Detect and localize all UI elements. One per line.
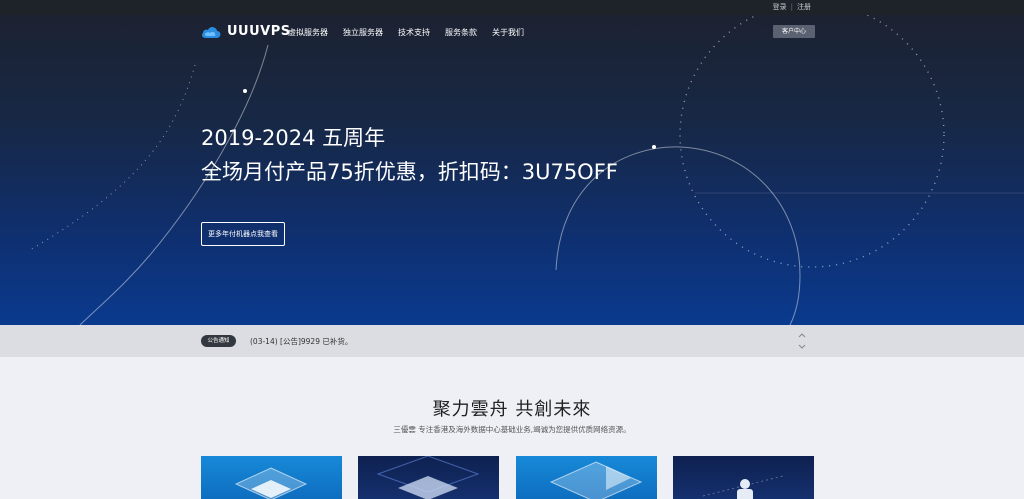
feature-card-3[interactable] [516,456,657,499]
feature-card-4[interactable] [673,456,814,499]
notice-bar [0,325,1024,357]
nav-item-terms[interactable]: 服务条款 [445,27,477,38]
hero-headline-1: 2019-2024 五周年 [201,126,386,150]
layers-illustration-icon [376,456,480,499]
brand-name: UUUVPS [227,24,291,39]
account-links: 登录 | 注册 [773,2,811,12]
nav-menu: 虚拟服务器 独立服务器 技术支持 服务条款 关于我们 [288,27,524,38]
chevron-up-icon [798,333,806,338]
yearly-plans-button[interactable]: 更多年付机器点我查看 [201,222,285,246]
top-bar: 登录 | 注册 [0,0,1024,15]
feature-card-2[interactable] [358,456,499,499]
section-subtitle: 三優雲 专注香港及海外数据中心基础业务,竭诚为您提供优质网络资源。 [393,425,631,434]
nav-item-support[interactable]: 技术支持 [398,27,430,38]
hero-headline-2: 全场月付产品75折优惠，折扣码：3U75OFF [201,160,618,184]
notice-badge: 公告通知 [201,335,236,347]
box-illustration-icon [549,461,643,499]
client-center-button[interactable]: 客户中心 [773,25,815,38]
main-nav: UUUVPS 虚拟服务器 独立服务器 技术支持 服务条款 关于我们 [0,15,1024,48]
notice-text[interactable]: (03-14) [公告]9929 已补货。 [250,336,352,347]
notice-scroll-arrows[interactable] [797,331,807,351]
cloud-icon [202,26,221,38]
section-title: 聚力雲舟 共創未來 [432,399,592,420]
login-link[interactable]: 登录 [773,3,787,11]
nav-item-about[interactable]: 关于我们 [492,27,524,38]
feature-card-1[interactable] [201,456,342,499]
brand-logo[interactable]: UUUVPS [201,24,291,39]
user-illustration-icon [702,475,784,499]
separator: | [790,3,793,11]
cube-illustration-icon [234,467,308,499]
register-link[interactable]: 注册 [797,3,811,11]
chevron-down-icon [798,344,806,349]
nav-item-dedicated-servers[interactable]: 独立服务器 [343,27,383,38]
nav-item-virtual-servers[interactable]: 虚拟服务器 [288,27,328,38]
